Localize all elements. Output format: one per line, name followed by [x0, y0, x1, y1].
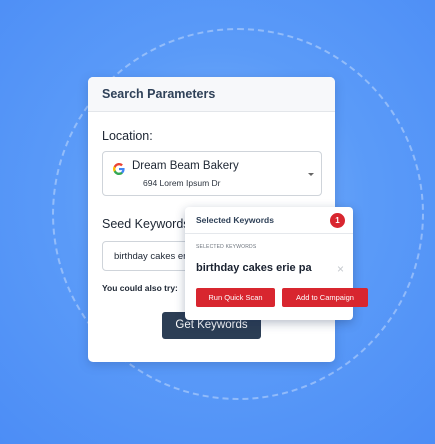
chevron-down-icon [308, 173, 314, 176]
panel-title: Search Parameters [88, 77, 335, 112]
count-badge: 1 [330, 213, 345, 228]
popup-title: Selected Keywords [196, 215, 274, 225]
selected-keyword: birthday cakes erie pa [196, 262, 312, 274]
also-try-label: You could also try: [102, 283, 178, 293]
selected-keywords-popup: Selected Keywords 1 SELECTED KEYWORDS bi… [185, 207, 368, 320]
business-name: Dream Beam Bakery [132, 160, 239, 172]
seed-keywords-label: Seed Keywords [102, 217, 190, 231]
popup-header: Selected Keywords 1 [185, 207, 353, 234]
google-icon [113, 163, 125, 175]
section-label: SELECTED KEYWORDS [196, 244, 257, 250]
location-select[interactable]: Dream Beam Bakery 694 Lorem Ipsum Dr [102, 151, 322, 196]
location-label: Location: [102, 129, 153, 143]
add-to-campaign-button[interactable]: Add to Campaign [282, 288, 368, 307]
close-icon[interactable]: × [337, 262, 344, 276]
run-quick-scan-button[interactable]: Run Quick Scan [196, 288, 275, 307]
business-address: 694 Lorem Ipsum Dr [143, 178, 221, 188]
